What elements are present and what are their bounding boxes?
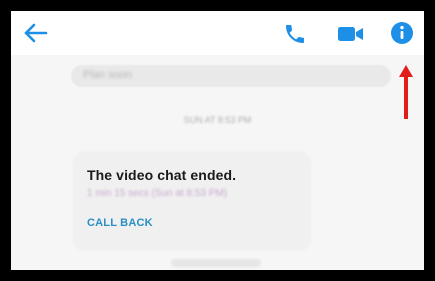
previous-message-bubble: Plan soon (71, 65, 391, 87)
phone-icon[interactable] (283, 22, 307, 46)
info-icon[interactable] (390, 21, 414, 45)
video-chat-ended-card: The video chat ended. 1 min 15 secs (Sun… (75, 153, 309, 249)
chat-screen: Plan soon SUN AT 8:53 PM The video chat … (11, 11, 424, 270)
chat-toolbar (11, 11, 424, 55)
red-up-arrow-icon (399, 65, 413, 119)
video-camera-icon[interactable] (337, 24, 365, 44)
next-message-hint (171, 259, 261, 267)
previous-message-text: Plan soon (83, 69, 132, 81)
message-timestamp: SUN AT 8:53 PM (183, 115, 252, 125)
call-card-title: The video chat ended. (87, 167, 237, 183)
back-arrow-icon[interactable] (23, 21, 49, 45)
screenshot-frame: Plan soon SUN AT 8:53 PM The video chat … (5, 5, 430, 276)
call-card-duration: 1 min 15 secs (Sun at 8:53 PM) (87, 188, 228, 199)
call-back-button[interactable]: CALL BACK (87, 217, 153, 229)
